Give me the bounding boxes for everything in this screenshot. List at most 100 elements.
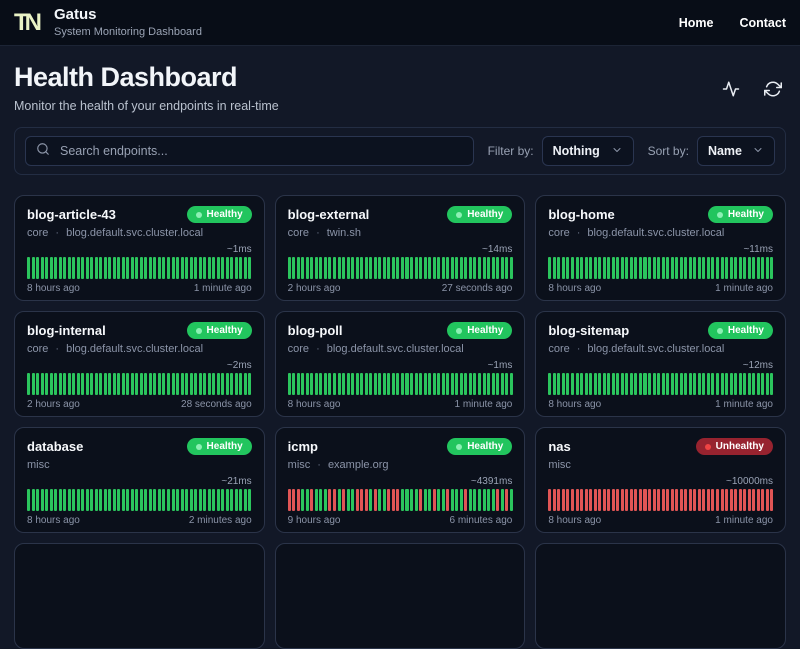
- health-bar-success[interactable]: [301, 373, 305, 395]
- health-bar-success[interactable]: [207, 257, 211, 279]
- health-bar-success[interactable]: [405, 257, 409, 279]
- health-bar-failure[interactable]: [747, 489, 751, 511]
- health-bar-success[interactable]: [720, 257, 724, 279]
- health-bar-success[interactable]: [337, 489, 341, 511]
- health-bar-success[interactable]: [360, 373, 364, 395]
- health-bar-success[interactable]: [702, 373, 706, 395]
- health-bar-success[interactable]: [194, 489, 198, 511]
- health-bar-success[interactable]: [126, 373, 130, 395]
- health-bar-success[interactable]: [364, 257, 368, 279]
- health-bar-success[interactable]: [31, 489, 35, 511]
- health-bar-success[interactable]: [557, 257, 561, 279]
- health-bar-success[interactable]: [130, 489, 134, 511]
- health-bar-success[interactable]: [593, 373, 597, 395]
- health-bar-failure[interactable]: [360, 489, 364, 511]
- health-bar-success[interactable]: [693, 257, 697, 279]
- health-bar-success[interactable]: [643, 257, 647, 279]
- health-bar-success[interactable]: [441, 257, 445, 279]
- health-bar-success[interactable]: [450, 489, 454, 511]
- health-bar-success[interactable]: [121, 257, 125, 279]
- health-bar-success[interactable]: [225, 257, 229, 279]
- health-bar-success[interactable]: [437, 489, 441, 511]
- health-bar-failure[interactable]: [657, 489, 661, 511]
- health-bar-failure[interactable]: [566, 489, 570, 511]
- health-bar-success[interactable]: [94, 489, 98, 511]
- health-bar-success[interactable]: [711, 257, 715, 279]
- health-bar-success[interactable]: [36, 257, 40, 279]
- health-bar-success[interactable]: [491, 373, 495, 395]
- health-bar-success[interactable]: [117, 373, 121, 395]
- health-bar-success[interactable]: [58, 489, 62, 511]
- health-bar-success[interactable]: [180, 373, 184, 395]
- health-bar-success[interactable]: [693, 373, 697, 395]
- health-bar-success[interactable]: [221, 489, 225, 511]
- health-bar-success[interactable]: [117, 257, 121, 279]
- health-bar-failure[interactable]: [373, 489, 377, 511]
- filter-select[interactable]: Nothing: [541, 136, 634, 166]
- health-bar-success[interactable]: [72, 489, 76, 511]
- health-bar-success[interactable]: [598, 373, 602, 395]
- health-bar-success[interactable]: [378, 257, 382, 279]
- health-bar-success[interactable]: [428, 489, 432, 511]
- health-bar-failure[interactable]: [688, 489, 692, 511]
- health-bar-failure[interactable]: [391, 489, 395, 511]
- health-bar-success[interactable]: [607, 257, 611, 279]
- health-bar-success[interactable]: [548, 257, 552, 279]
- uptime-bar-chart[interactable]: [27, 257, 252, 279]
- health-bar-success[interactable]: [770, 257, 774, 279]
- uptime-bar-chart[interactable]: [287, 257, 513, 279]
- health-bar-success[interactable]: [90, 257, 94, 279]
- health-bar-success[interactable]: [67, 257, 71, 279]
- health-bar-success[interactable]: [230, 489, 234, 511]
- health-bar-success[interactable]: [27, 373, 31, 395]
- health-bar-success[interactable]: [675, 257, 679, 279]
- health-bar-success[interactable]: [675, 373, 679, 395]
- health-bar-failure[interactable]: [648, 489, 652, 511]
- health-bar-success[interactable]: [76, 257, 80, 279]
- health-bar-failure[interactable]: [620, 489, 624, 511]
- health-bar-failure[interactable]: [292, 489, 296, 511]
- health-bar-success[interactable]: [688, 373, 692, 395]
- health-bar-failure[interactable]: [756, 489, 760, 511]
- health-bar-success[interactable]: [239, 489, 243, 511]
- health-bar-success[interactable]: [616, 373, 620, 395]
- health-bar-success[interactable]: [391, 257, 395, 279]
- health-bar-success[interactable]: [81, 489, 85, 511]
- health-bar-success[interactable]: [103, 257, 107, 279]
- health-bar-failure[interactable]: [734, 489, 738, 511]
- health-bar-success[interactable]: [305, 489, 309, 511]
- health-bar-failure[interactable]: [432, 489, 436, 511]
- health-bar-failure[interactable]: [679, 489, 683, 511]
- health-bar-success[interactable]: [342, 373, 346, 395]
- health-bar-success[interactable]: [112, 489, 116, 511]
- health-bar-success[interactable]: [176, 373, 180, 395]
- health-bar-success[interactable]: [72, 373, 76, 395]
- health-bar-success[interactable]: [598, 257, 602, 279]
- health-bar-success[interactable]: [715, 257, 720, 279]
- health-bar-success[interactable]: [414, 489, 418, 511]
- health-bar-success[interactable]: [684, 373, 688, 395]
- health-bar-success[interactable]: [225, 373, 229, 395]
- health-bar-success[interactable]: [332, 373, 336, 395]
- uptime-bar-chart[interactable]: [27, 489, 252, 511]
- health-bar-success[interactable]: [139, 373, 143, 395]
- uptime-bar-chart[interactable]: [287, 373, 513, 395]
- health-bar-success[interactable]: [570, 373, 575, 395]
- health-bar-success[interactable]: [743, 257, 747, 279]
- health-bar-success[interactable]: [212, 257, 216, 279]
- health-bar-success[interactable]: [194, 257, 198, 279]
- health-bar-success[interactable]: [756, 373, 760, 395]
- health-bar-success[interactable]: [369, 257, 373, 279]
- health-bar-success[interactable]: [661, 257, 665, 279]
- health-bar-success[interactable]: [81, 373, 85, 395]
- health-bar-success[interactable]: [112, 257, 116, 279]
- health-bar-success[interactable]: [189, 257, 193, 279]
- health-bar-success[interactable]: [405, 373, 409, 395]
- health-bar-success[interactable]: [679, 373, 683, 395]
- health-bar-success[interactable]: [482, 373, 486, 395]
- health-bar-success[interactable]: [144, 373, 148, 395]
- health-bar-success[interactable]: [207, 373, 211, 395]
- health-bar-success[interactable]: [40, 489, 44, 511]
- health-bar-success[interactable]: [58, 257, 62, 279]
- health-bar-success[interactable]: [99, 257, 103, 279]
